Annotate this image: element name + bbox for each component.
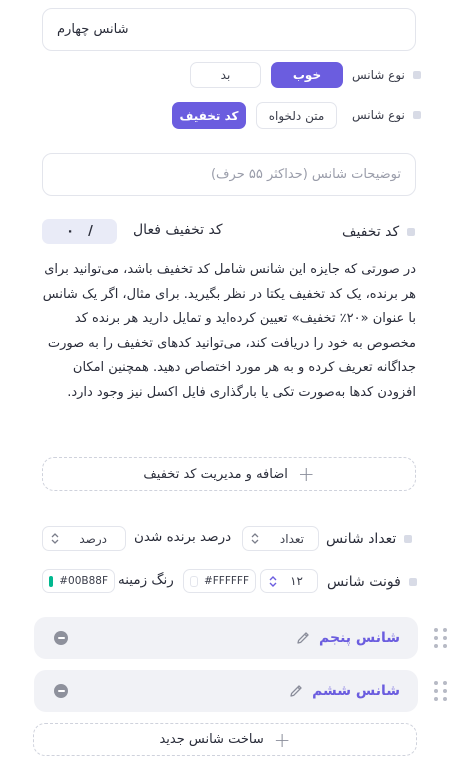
remove-icon[interactable] [54, 631, 68, 645]
type-discount-button[interactable]: کد تخفیف [172, 102, 246, 129]
chevron-updown-icon [251, 533, 259, 544]
font-size-value: ۱۲ [290, 574, 303, 588]
discount-counter-separator: / [88, 224, 93, 239]
help-paragraph: در صورتی که جایزه این شانس شامل کد تخفیف… [42, 262, 416, 400]
drag-handle-icon[interactable] [434, 681, 447, 701]
chance-type-text-2: نوع شانس [352, 108, 405, 122]
font-size-stepper[interactable]: ۱۲ [260, 569, 318, 593]
type-discount-label: کد تخفیف [179, 108, 239, 123]
chance-count-label: تعداد شانس [326, 529, 413, 549]
drag-handle-icon[interactable] [434, 628, 447, 648]
type-good-label: خوب [292, 68, 322, 82]
description-placeholder: توضیحات شانس (حداکثر ۵۵ حرف) [210, 167, 401, 182]
chance-title-input[interactable]: شانس چهارم [42, 8, 416, 51]
pencil-icon[interactable] [288, 683, 304, 699]
discount-label-text: کد تخفیف [342, 224, 400, 240]
win-percent-select[interactable]: درصد [42, 526, 126, 551]
bullet-square [408, 578, 417, 586]
chevron-updown-icon [51, 533, 59, 544]
bg-color-label: رنگ زمینه [118, 572, 174, 588]
add-discount-button[interactable]: اضافه و مدیریت کد تخفیف + [42, 457, 416, 491]
chance-count-select[interactable]: تعداد [242, 526, 319, 551]
discount-counter-value: ۰ [66, 224, 75, 239]
type-good-button[interactable]: خوب [271, 62, 343, 88]
font-label: فونت شانس [327, 572, 417, 592]
new-chance-button[interactable]: ساخت شانس جدید + [33, 723, 417, 756]
bg-color-value: #00B88F [59, 575, 108, 587]
active-discount-label: کد تخفیف فعال [133, 222, 223, 238]
remove-icon[interactable] [54, 684, 68, 698]
chance-title-value: شانس چهارم [57, 22, 129, 37]
type-bad-button[interactable]: بد [190, 62, 261, 88]
plus-icon: + [297, 462, 315, 486]
bg-color-swatch [49, 575, 54, 587]
bg-color-input[interactable]: #00B88F [42, 569, 115, 593]
new-chance-label: ساخت شانس جدید [159, 732, 264, 747]
chance-count-label-text: تعداد شانس [326, 531, 397, 547]
win-percent-label: درصد برنده شدن [134, 529, 232, 545]
discount-counter[interactable]: ۰ / [42, 219, 117, 244]
bullet-square [412, 71, 421, 79]
bullet-square [404, 535, 413, 543]
text-color-value: #FFFFFF [203, 575, 249, 587]
chevron-updown-icon[interactable] [269, 575, 277, 587]
type-custom-text-button[interactable]: متن دلخواه [256, 102, 337, 129]
font-label-text: فونت شانس [327, 574, 401, 590]
chance-type-label-1: نوع شانس [352, 66, 421, 84]
text-color-input[interactable]: #FFFFFF [183, 569, 256, 593]
plus-icon: + [273, 727, 291, 752]
chance-type-label-2: نوع شانس [352, 106, 421, 124]
bullet-square [412, 111, 421, 119]
discount-label: کد تخفیف [342, 222, 416, 242]
chance-count-value: تعداد [279, 531, 304, 546]
chance-type-text-1: نوع شانس [352, 68, 405, 82]
type-bad-label: بد [220, 68, 231, 82]
bullet-square [407, 228, 416, 236]
add-discount-label: اضافه و مدیریت کد تخفیف [143, 466, 288, 482]
text-color-swatch [190, 575, 198, 587]
chance-card[interactable]: شانس ششم [34, 670, 418, 712]
pencil-icon[interactable] [295, 630, 311, 646]
chance-card-title: شانس پنجم [319, 630, 400, 646]
type-custom-text-label: متن دلخواه [268, 108, 325, 123]
description-input[interactable]: توضیحات شانس (حداکثر ۵۵ حرف) [42, 153, 416, 196]
chance-card[interactable]: شانس پنجم [34, 617, 418, 659]
chance-card-title: شانس ششم [312, 683, 400, 699]
win-percent-value: درصد [79, 531, 107, 546]
